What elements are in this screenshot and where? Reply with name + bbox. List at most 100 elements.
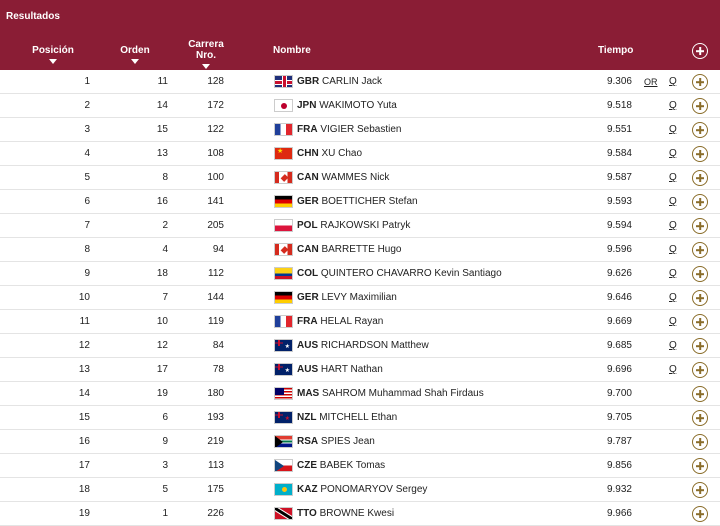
plus-circle-icon[interactable] (692, 410, 708, 426)
athlete-name[interactable]: CAN WAMMES Nick (297, 172, 389, 184)
table-row[interactable]: 3 15 122 FRA VIGIER Sebastien 9.551 Q (0, 118, 720, 142)
qualified-badge[interactable]: Q (669, 292, 677, 304)
table-row[interactable]: 11 10 119 FRA HELAL Rayan 9.669 Q (0, 310, 720, 334)
record-badge[interactable]: OR (644, 76, 658, 88)
sort-down-icon[interactable] (49, 59, 57, 64)
athlete-name[interactable]: RSA SPIES Jean (297, 436, 375, 448)
qualified-badge[interactable]: Q (669, 196, 677, 208)
flag-gbr-icon (274, 75, 293, 88)
athlete-name[interactable]: CAN BARRETTE Hugo (297, 244, 401, 256)
athlete-name[interactable]: AUS RICHARDSON Matthew (297, 340, 429, 352)
athlete-name[interactable]: POL RAJKOWSKI Patryk (297, 220, 410, 232)
column-header-carrera[interactable]: Carrera Nro. (180, 39, 232, 69)
order-cell: 9 (162, 436, 168, 447)
plus-circle-icon[interactable] (692, 43, 708, 59)
plus-circle-icon[interactable] (692, 98, 708, 114)
plus-circle-icon[interactable] (692, 122, 708, 138)
athlete-name[interactable]: GER BOETTICHER Stefan (297, 196, 418, 208)
qualified-badge[interactable]: Q (669, 364, 677, 376)
plus-circle-icon[interactable] (692, 74, 708, 90)
table-row[interactable]: 5 8 100 CAN WAMMES Nick 9.587 Q (0, 166, 720, 190)
plus-circle-icon[interactable] (692, 194, 708, 210)
athlete-name[interactable]: NZL MITCHELL Ethan (297, 412, 397, 424)
position-cell: 12 (78, 340, 90, 351)
column-header-orden[interactable]: Orden (114, 45, 156, 64)
qualified-badge[interactable]: Q (669, 340, 677, 352)
athlete-name[interactable]: MAS SAHROM Muhammad Shah Firdaus (297, 388, 484, 400)
position-cell: 14 (78, 388, 90, 399)
time-cell: 9.700 (606, 388, 632, 399)
country-code: CHN (297, 148, 319, 159)
qualified-badge[interactable]: Q (669, 244, 677, 256)
plus-circle-icon[interactable] (692, 434, 708, 450)
table-row[interactable]: 4 13 108 CHN XU Chao 9.584 Q (0, 142, 720, 166)
plus-circle-icon[interactable] (692, 362, 708, 378)
sort-down-icon[interactable] (202, 64, 210, 69)
table-row[interactable]: 19 1 226 TTO BROWNE Kwesi 9.966 (0, 502, 720, 526)
column-header-orden-label: Orden (120, 45, 150, 56)
table-row[interactable]: 15 6 193 NZL MITCHELL Ethan 9.705 (0, 406, 720, 430)
plus-circle-icon[interactable] (692, 146, 708, 162)
athlete-name[interactable]: TTO BROWNE Kwesi (297, 508, 394, 520)
athlete-name[interactable]: GBR CARLIN Jack (297, 76, 382, 88)
qualified-badge[interactable]: Q (669, 268, 677, 280)
table-row[interactable]: 6 16 141 GER BOETTICHER Stefan 9.593 Q (0, 190, 720, 214)
table-row[interactable]: 2 14 172 JPN WAKIMOTO Yuta 9.518 Q (0, 94, 720, 118)
plus-circle-icon[interactable] (692, 242, 708, 258)
athlete-name[interactable]: CHN XU Chao (297, 148, 362, 160)
sort-down-icon[interactable] (131, 59, 139, 64)
table-row[interactable]: 9 18 112 COL QUINTERO CHAVARRO Kevin Santia… (0, 262, 720, 286)
column-header-posicion[interactable]: Posición (18, 45, 88, 64)
table-row[interactable]: 7 2 205 POL RAJKOWSKI Patryk 9.594 Q (0, 214, 720, 238)
plus-circle-icon[interactable] (692, 170, 708, 186)
flag-can-icon (274, 171, 293, 184)
order-cell: 18 (156, 268, 168, 279)
table-row[interactable]: 14 19 180 MAS SAHROM Muhammad Shah Firdaus 9… (0, 382, 720, 406)
table-row[interactable]: 13 17 78 AUS HART Nathan 9.696 Q (0, 358, 720, 382)
qualified-badge[interactable]: Q (669, 172, 677, 184)
race-number-cell: 219 (207, 436, 224, 447)
flag-can-icon (274, 243, 293, 256)
athlete-name[interactable]: CZE BABEK Tomas (297, 460, 385, 472)
flag-col-icon (274, 267, 293, 280)
country-code: FRA (297, 124, 318, 135)
plus-circle-icon[interactable] (692, 338, 708, 354)
order-cell: 8 (162, 172, 168, 183)
athlete-name[interactable]: GER LEVY Maximilian (297, 292, 397, 304)
order-cell: 2 (162, 220, 168, 231)
flag-chn-icon (274, 147, 293, 160)
plus-circle-icon[interactable] (692, 290, 708, 306)
plus-circle-icon[interactable] (692, 266, 708, 282)
plus-circle-icon[interactable] (692, 386, 708, 402)
plus-circle-icon[interactable] (692, 314, 708, 330)
table-row[interactable]: 12 12 84 AUS RICHARDSON Matthew 9.685 Q (0, 334, 720, 358)
table-row[interactable]: 8 4 94 CAN BARRETTE Hugo 9.596 Q (0, 238, 720, 262)
table-row[interactable]: 18 5 175 KAZ PONOMARYOV Sergey 9.932 (0, 478, 720, 502)
athlete-name[interactable]: COL QUINTERO CHAVARRO Kevin Santiago (297, 268, 502, 280)
qualified-badge[interactable]: Q (669, 124, 677, 136)
athlete-name[interactable]: FRA HELAL Rayan (297, 316, 383, 328)
time-cell: 9.685 (606, 340, 632, 351)
plus-circle-icon[interactable] (692, 506, 708, 522)
country-code: TTO (297, 508, 317, 519)
position-cell: 18 (78, 484, 90, 495)
plus-circle-icon[interactable] (692, 458, 708, 474)
qualified-badge[interactable]: Q (669, 76, 677, 88)
table-row[interactable]: 17 3 113 CZE BABEK Tomas 9.856 (0, 454, 720, 478)
athlete-name[interactable]: KAZ PONOMARYOV Sergey (297, 484, 427, 496)
table-row[interactable]: 10 7 144 GER LEVY Maximilian 9.646 Q (0, 286, 720, 310)
qualified-badge[interactable]: Q (669, 148, 677, 160)
flag-mas-icon (274, 387, 293, 400)
plus-circle-icon[interactable] (692, 482, 708, 498)
table-row[interactable]: 16 9 219 RSA SPIES Jean 9.787 (0, 430, 720, 454)
table-row[interactable]: 1 11 128 GBR CARLIN Jack 9.306 OR Q (0, 70, 720, 94)
qualified-badge[interactable]: Q (669, 220, 677, 232)
qualified-badge[interactable]: Q (669, 100, 677, 112)
time-cell: 9.306 (606, 76, 632, 87)
athlete-name[interactable]: AUS HART Nathan (297, 364, 383, 376)
qualified-badge[interactable]: Q (669, 316, 677, 328)
plus-circle-icon[interactable] (692, 218, 708, 234)
athlete-name[interactable]: FRA VIGIER Sebastien (297, 124, 402, 136)
position-cell: 4 (84, 148, 90, 159)
athlete-name[interactable]: JPN WAKIMOTO Yuta (297, 100, 397, 112)
